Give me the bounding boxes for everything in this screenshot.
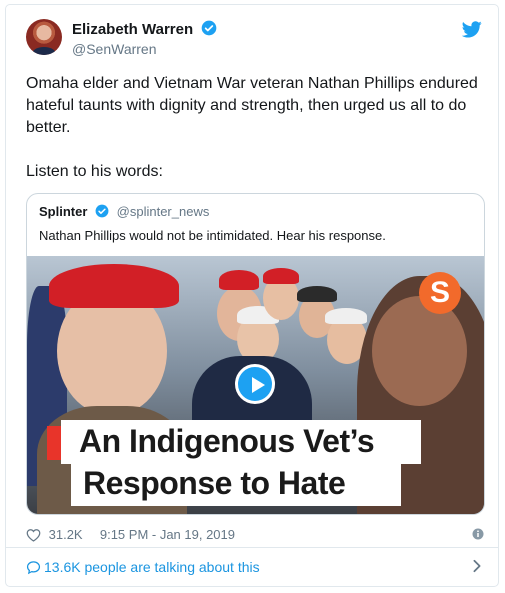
author-handle[interactable]: @SenWarren [72, 41, 157, 57]
avatar-shirt [32, 47, 56, 55]
tweet-meta: 31.2K 9:15 PM - Jan 19, 2019 [26, 527, 235, 545]
headline-line-2: Response to Hate [83, 465, 346, 501]
conversation-link[interactable]: 13.6K people are talking about this [44, 559, 260, 575]
info-icon[interactable] [472, 527, 484, 545]
splinter-logo: S [419, 272, 461, 314]
speech-bubble-icon [26, 560, 41, 580]
quoted-tweet[interactable]: Splinter @splinter_news Nathan Phillips … [26, 193, 485, 515]
quoted-author-handle: @splinter_news [116, 204, 210, 219]
dark-cap [297, 286, 337, 302]
red-cap [263, 268, 299, 284]
twitter-bird-icon[interactable] [461, 21, 482, 43]
tweet-card: Elizabeth Warren @SenWarren Omaha elder … [5, 4, 499, 587]
like-count[interactable]: 31.2K [49, 527, 83, 542]
author-name[interactable]: Elizabeth Warren [72, 20, 217, 40]
timestamp[interactable]: 9:15 PM - Jan 19, 2019 [100, 527, 235, 542]
author-name-text[interactable]: Elizabeth Warren [72, 21, 193, 38]
red-cap [49, 264, 179, 308]
headline-line-1: An Indigenous Vet’s [79, 423, 375, 459]
conversation-footer[interactable]: 13.6K people are talking about this [6, 547, 498, 586]
headline-accent-bar [47, 426, 61, 460]
verified-icon [201, 20, 217, 40]
elder-face [372, 296, 467, 406]
video-headline: An Indigenous Vet’s Response to Hate [79, 420, 459, 504]
heart-icon[interactable] [26, 528, 41, 545]
quoted-text: Nathan Phillips would not be intimidated… [39, 228, 386, 243]
tweet-header: Elizabeth Warren @SenWarren [26, 19, 484, 63]
tweet-text: Omaha elder and Vietnam War veteran Nath… [26, 75, 478, 180]
white-cap [325, 308, 367, 324]
avatar[interactable] [26, 19, 62, 55]
play-icon[interactable] [235, 364, 275, 404]
video-thumbnail[interactable]: S An Indigenous Vet’s Response to Hate [27, 256, 484, 514]
chevron-right-icon[interactable] [472, 559, 482, 578]
quoted-author-name: Splinter [39, 204, 88, 219]
quoted-header: Splinter @splinter_news [39, 204, 209, 221]
verified-icon [95, 204, 109, 221]
red-cap [219, 270, 259, 290]
